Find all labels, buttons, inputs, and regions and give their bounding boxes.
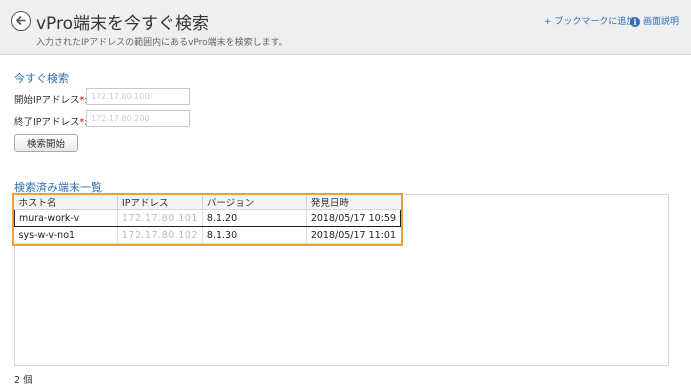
cell-version: 8.1.30 [202,226,307,244]
result-count: 2 個 [14,375,33,386]
cell-hostname: mura-work-v [14,209,118,227]
column-header-ip[interactable]: IPアドレス [117,195,203,210]
column-header-found-time[interactable]: 発見日時 [306,195,401,210]
page-subtitle: 入力されたIPアドレスの範囲内にあるvPro端末を検索します。 [36,38,288,48]
search-now-section-title: 今すぐ検索 [14,72,69,85]
end-ip-label-row: 終了IPアドレス*: [14,114,87,128]
cell-ip: 172.17.80.101 [117,209,203,227]
cell-found-time: 2018/05/17 11:01 [306,226,401,244]
info-icon: i [630,17,640,27]
page-title: vPro端末を今すぐ検索 [36,14,210,34]
cell-ip: 172.17.80.102 [117,226,203,244]
cell-hostname: sys-w-v-no1 [14,226,118,244]
end-ip-label: 終了IPアドレス [14,117,80,128]
results-table: ホスト名 IPアドレス バージョン 発見日時 mura-work-v 172.1… [12,193,403,246]
screen-help-label: 画面説明 [643,17,680,27]
cell-found-time: 2018/05/17 10:59 [306,209,402,227]
back-button[interactable] [11,11,31,31]
start-ip-input[interactable] [86,88,190,105]
page-header: vPro端末を今すぐ検索 入力されたIPアドレスの範囲内にあるvPro端末を検索… [0,0,691,55]
column-header-version[interactable]: バージョン [202,195,307,210]
add-bookmark-link[interactable]: + ブックマークに追加 [544,14,635,27]
start-ip-label-row: 開始IPアドレス*: [14,92,87,106]
arrow-left-icon [16,16,26,25]
table-row[interactable]: sys-w-v-no1 172.17.80.102 8.1.30 2018/05… [14,226,401,244]
start-ip-label: 開始IPアドレス [14,95,80,106]
table-row[interactable]: mura-work-v 172.17.80.101 8.1.20 2018/05… [14,209,402,227]
cell-version: 8.1.20 [202,209,307,227]
screen-help-link[interactable]: i 画面説明 [630,14,679,27]
end-ip-input[interactable] [86,110,190,127]
column-header-hostname[interactable]: ホスト名 [14,195,118,210]
start-search-button[interactable]: 検索開始 [14,134,78,152]
